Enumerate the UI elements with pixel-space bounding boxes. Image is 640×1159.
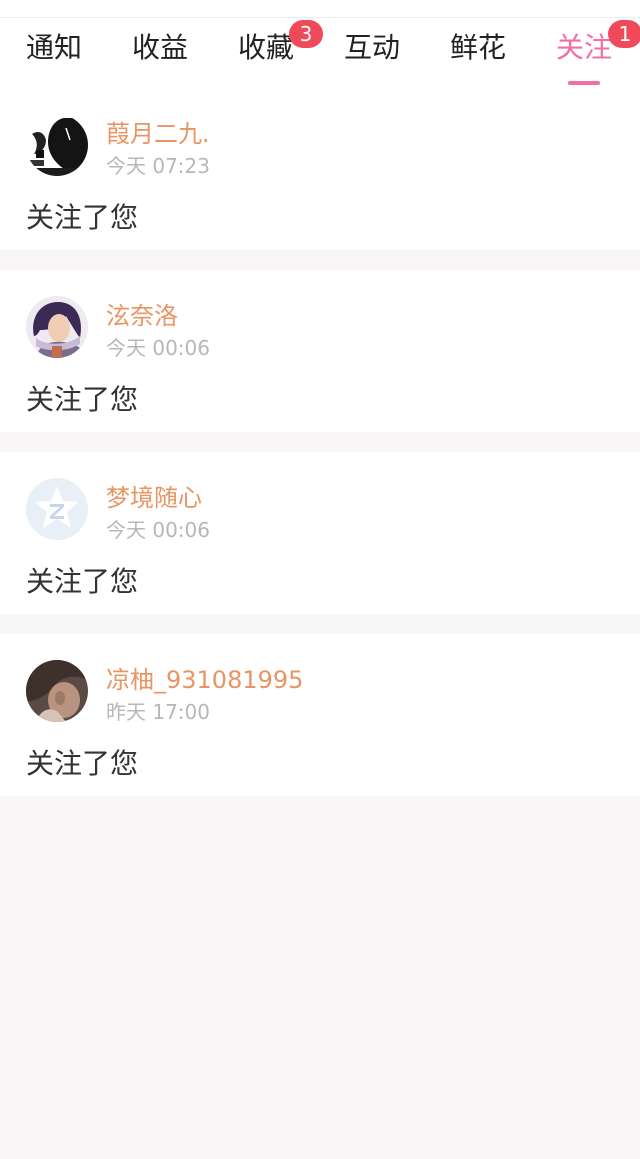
active-tab-indicator xyxy=(568,81,601,85)
notification-item[interactable]: 凉柚_931081995 昨天 17:00 关注了您 xyxy=(0,634,640,796)
tab-interactions[interactable]: 互动 xyxy=(344,26,400,76)
sketch-portrait-avatar-icon[interactable] xyxy=(26,114,88,176)
notification-item[interactable]: 泫奈洛 今天 00:06 关注了您 xyxy=(0,270,640,432)
tab-label: 通知 xyxy=(26,31,83,64)
notification-time: 今天 00:06 xyxy=(106,336,210,360)
tab-earnings[interactable]: 收益 xyxy=(132,26,188,76)
anime-character-avatar-icon[interactable] xyxy=(26,296,88,358)
tab-label: 收藏 xyxy=(238,31,295,64)
notification-message: 关注了您 xyxy=(26,565,139,598)
message-tab-bar: 通知 收益 收藏 3 互动 鲜花 关注 1 xyxy=(0,18,640,88)
notification-item[interactable]: 葭月二九. 今天 07:23 关注了您 xyxy=(0,88,640,250)
tab-label: 关注 xyxy=(556,31,613,64)
follower-username[interactable]: 凉柚_931081995 xyxy=(106,660,303,695)
tab-label: 收益 xyxy=(132,31,189,64)
follower-username[interactable]: 梦境随心 xyxy=(106,478,202,513)
tab-label: 鲜花 xyxy=(450,31,507,64)
notification-message: 关注了您 xyxy=(26,747,139,780)
notification-time: 今天 00:06 xyxy=(106,518,210,542)
status-bar-remnant xyxy=(0,0,640,18)
favorites-count-badge: 3 xyxy=(289,20,323,48)
follower-username[interactable]: 泫奈洛 xyxy=(106,296,178,331)
tab-flowers[interactable]: 鲜花 xyxy=(450,26,506,76)
notification-time: 昨天 17:00 xyxy=(106,700,210,724)
follower-username[interactable]: 葭月二九. xyxy=(106,114,210,149)
notification-message: 关注了您 xyxy=(26,201,139,234)
tab-notice[interactable]: 通知 xyxy=(26,26,82,76)
notification-item[interactable]: 梦境随心 今天 00:06 关注了您 xyxy=(0,452,640,614)
notification-time: 今天 07:23 xyxy=(106,154,210,178)
default-star-avatar-icon[interactable] xyxy=(26,478,88,540)
notification-message: 关注了您 xyxy=(26,383,139,416)
tab-label: 互动 xyxy=(344,31,401,64)
follows-count-badge: 1 xyxy=(608,20,640,48)
tab-follows[interactable]: 关注 1 xyxy=(556,20,640,85)
photo-portrait-avatar-icon[interactable] xyxy=(26,660,88,722)
tab-favorites[interactable]: 收藏 3 xyxy=(238,20,323,76)
